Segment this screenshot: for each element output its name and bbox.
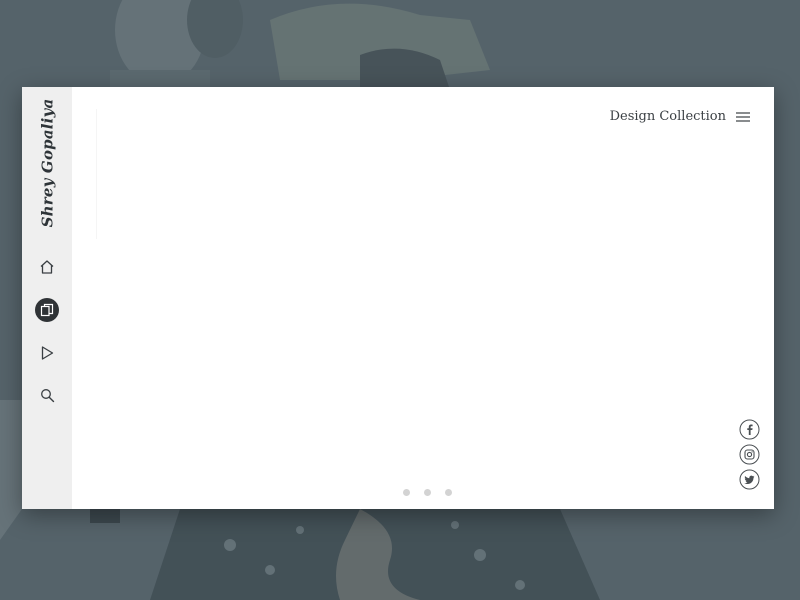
hamburger-icon: [736, 107, 750, 126]
play-icon: [35, 341, 59, 365]
search-icon: [35, 384, 59, 408]
divider: [96, 109, 97, 239]
sidebar-item-search[interactable]: [22, 374, 72, 417]
facebook-icon: [739, 419, 760, 444]
content-area: Design Collection: [72, 87, 774, 509]
sidebar-nav: [22, 245, 72, 417]
twitter-link[interactable]: [739, 469, 760, 490]
sidebar-item-collection[interactable]: [22, 288, 72, 331]
home-icon: [35, 255, 59, 279]
pagination-dot-2[interactable]: [424, 489, 431, 496]
sidebar-item-home[interactable]: [22, 245, 72, 288]
copy-icon: [35, 297, 59, 322]
facebook-link[interactable]: [739, 419, 760, 440]
social-links: [739, 419, 760, 490]
sidebar-item-play[interactable]: [22, 331, 72, 374]
instagram-link[interactable]: [739, 444, 760, 465]
pagination-dots: [403, 489, 452, 496]
instagram-icon: [739, 444, 760, 469]
brand-name: Shrey Gopaliya: [38, 98, 56, 228]
menu-label: Design Collection: [609, 109, 726, 124]
design-collection-menu-button[interactable]: Design Collection: [610, 107, 750, 126]
sidebar: Shrey Gopaliya: [22, 87, 72, 509]
main-card: Shrey Gopaliya Design Collection: [22, 87, 774, 509]
brand-logo[interactable]: Shrey Gopaliya: [22, 99, 72, 228]
pagination-dot-3[interactable]: [445, 489, 452, 496]
pagination-dot-1[interactable]: [403, 489, 410, 496]
twitter-icon: [739, 469, 760, 494]
